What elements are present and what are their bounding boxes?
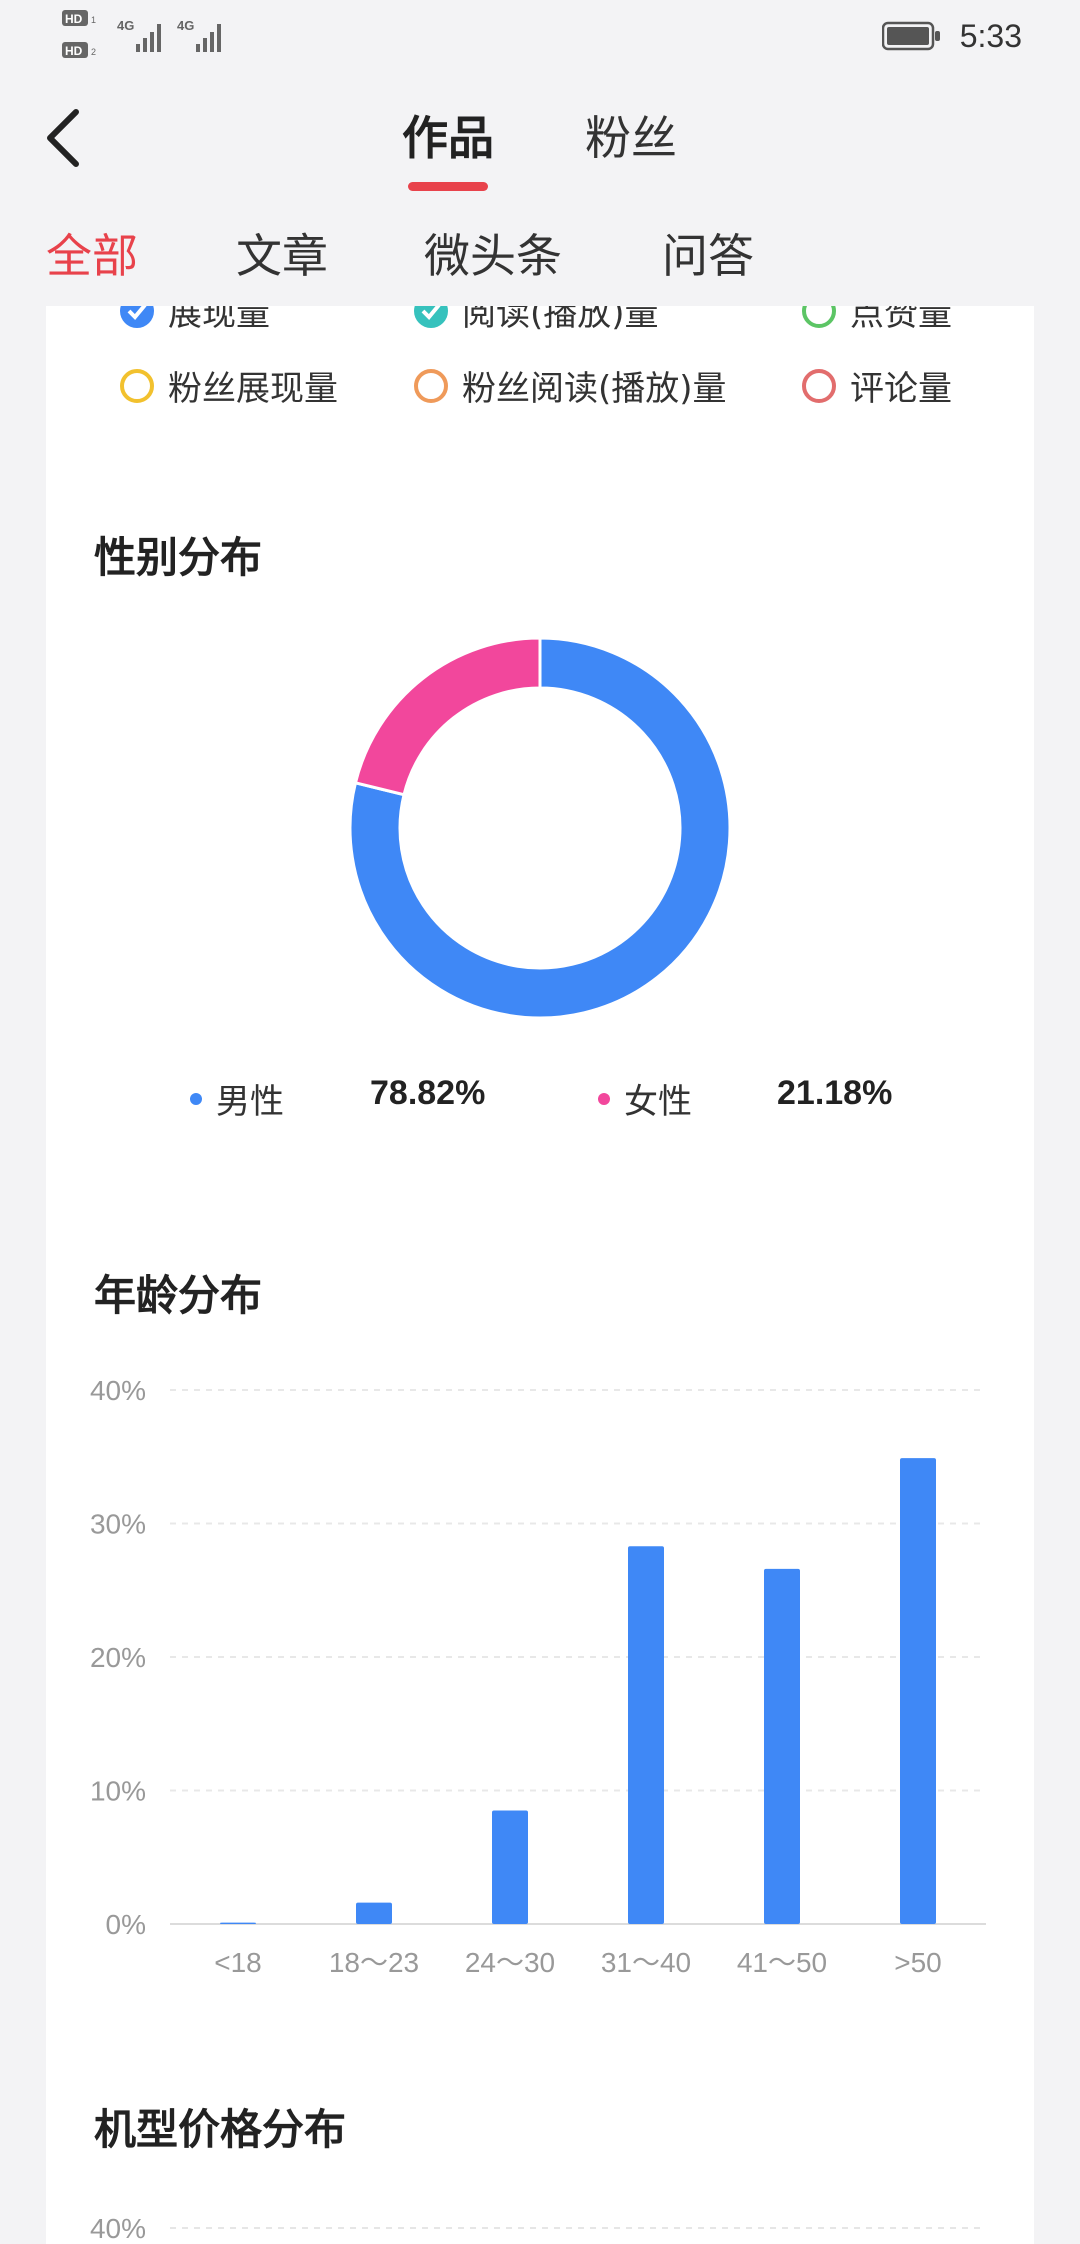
- x-tick-label: 18～23: [329, 1947, 419, 1978]
- network-4g-label: 4G: [117, 18, 134, 33]
- y-tick-label: 30%: [90, 1509, 146, 1540]
- y-tick-label: 40%: [90, 1375, 146, 1406]
- age-bar: [900, 1458, 936, 1924]
- x-tick-label: 24～30: [465, 1947, 555, 1978]
- battery-icon: [881, 21, 940, 51]
- sub-tab-bar: 全部 文章 微头条 问答: [0, 210, 1080, 300]
- status-bar: HD 1 HD 2 4G 4G 5:33: [0, 0, 1080, 80]
- top-header: 作品 粉丝: [0, 80, 1080, 200]
- age-bar: [764, 1568, 800, 1924]
- y-tick-label: 10%: [90, 1776, 146, 1807]
- hd2-label: HD: [65, 44, 83, 58]
- signal-icon: HD 1 HD 2 4G 4G: [62, 10, 221, 58]
- age-bar: [220, 1922, 256, 1924]
- y-tick-label: 0%: [106, 1909, 146, 1940]
- age-bar: [628, 1546, 664, 1924]
- network-4g-label-2: 4G: [177, 18, 194, 33]
- subtab-micro-posts[interactable]: 微头条: [424, 220, 562, 286]
- x-tick-label: 41～50: [737, 1947, 827, 1978]
- stats-card: 展现量 阅读(播放)量 点赞量 粉丝展现量 粉丝阅读(播放)量 评论量 性别分布…: [46, 306, 1034, 2244]
- x-tick-label: <18: [214, 1947, 262, 1978]
- subtab-articles[interactable]: 文章: [236, 220, 328, 286]
- hd1-label: HD: [65, 12, 83, 26]
- svg-text:2: 2: [91, 47, 96, 57]
- subtab-qa[interactable]: 问答: [662, 220, 754, 286]
- age-bar: [492, 1810, 528, 1924]
- tab-works[interactable]: 作品: [402, 102, 494, 168]
- back-arrow-icon[interactable]: [40, 106, 96, 170]
- tab-fans[interactable]: 粉丝: [585, 102, 677, 168]
- price-section-title: 机型价格分布: [94, 2105, 347, 2154]
- clock: 5:33: [959, 17, 1022, 54]
- svg-text:1: 1: [91, 15, 96, 25]
- x-tick-label: >50: [894, 1947, 942, 1978]
- x-tick-label: 31～40: [601, 1947, 691, 1978]
- subtab-all[interactable]: 全部: [46, 220, 138, 286]
- price-chart-top-tick: 40%: [90, 2213, 146, 2244]
- age-bar-chart: 0% 10% 20% 30% 40% <18 18～23 24～30 31～40 41～50 >5…: [90, 1375, 986, 2244]
- active-tab-indicator: [408, 182, 488, 191]
- age-bar: [356, 1902, 392, 1924]
- y-tick-label: 20%: [90, 1642, 146, 1673]
